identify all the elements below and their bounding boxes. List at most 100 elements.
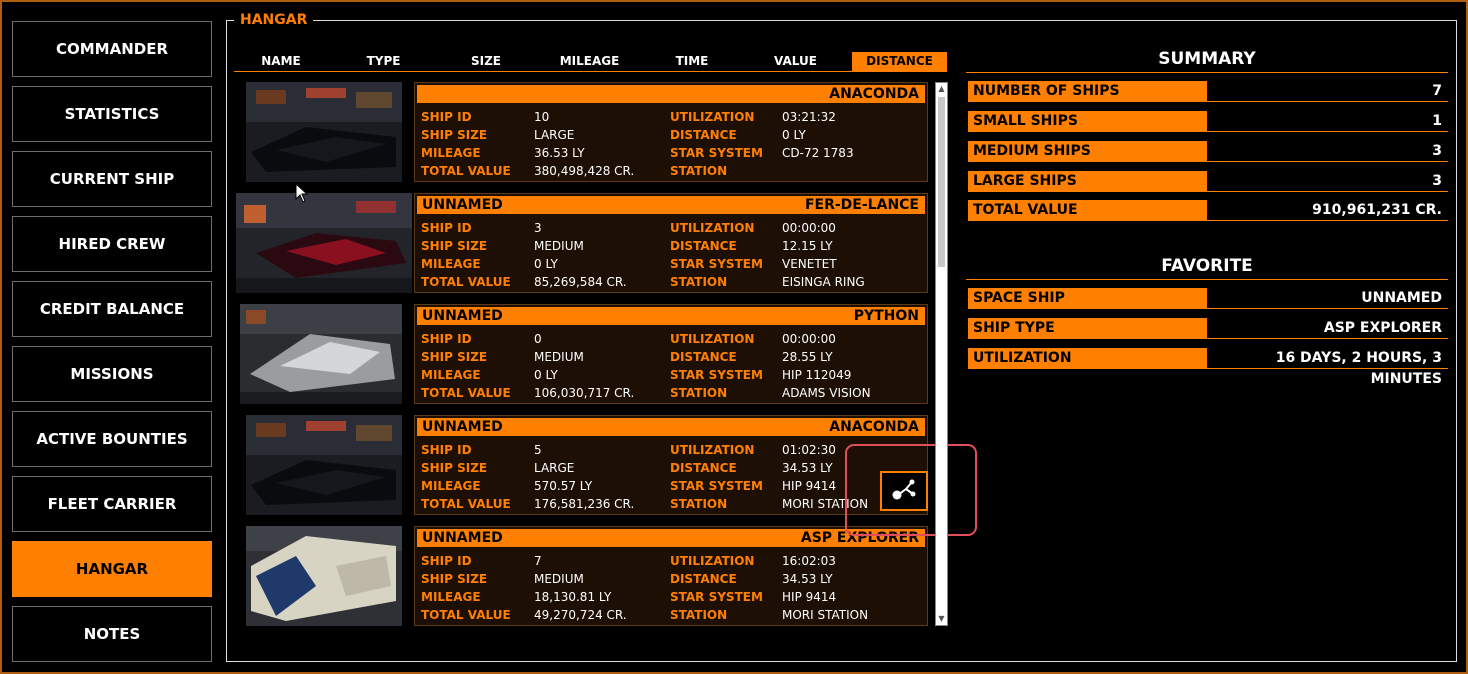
ship-id-value: 3 [534,221,542,235]
sort-distance-header[interactable]: DISTANCE [852,52,947,71]
favorite-value: ASP EXPLORER [1207,318,1448,339]
ship-entry[interactable]: ANACONDA SHIP ID 10 SHIP SIZE LARGE MILE… [234,82,930,182]
ship-type: FER-DE-LANCE [804,197,919,213]
favorite-label: SPACE SHIP [968,288,1207,309]
favorite-row: UTILIZATION 16 DAYS, 2 HOURS, 3 MINUTES [968,348,1448,387]
sort-time-header[interactable]: TIME [646,52,738,71]
nav-hangar-button[interactable]: HANGAR [12,541,212,597]
ship-list-scrollbar[interactable]: ▲ ▼ [935,82,948,626]
total-value-value: 176,581,236 CR. [534,497,635,511]
station-value: MORI STATION [782,608,869,622]
nav-current-ship-button[interactable]: CURRENT SHIP [12,151,212,207]
mileage-value: 0 LY [534,257,558,271]
ship-card-header: UNNAMED ANACONDA [417,418,925,436]
utilization-label: UTILIZATION [670,443,755,457]
nav-credit-balance-button[interactable]: CREDIT BALANCE [12,281,212,337]
total-value-value: 49,270,724 CR. [534,608,627,622]
star-system-value: VENETET [782,257,837,271]
ship-size-label: SHIP SIZE [421,128,488,142]
favorite-row: SHIP TYPE ASP EXPLORER [968,318,1448,339]
nav-statistics-button[interactable]: STATISTICS [12,86,212,142]
sort-type-header[interactable]: TYPE [336,52,431,71]
ship-id-value: 0 [534,332,542,346]
ship-id-value: 5 [534,443,542,457]
ship-size-label: SHIP SIZE [421,461,488,475]
utilization-label: UTILIZATION [670,332,755,346]
ship-name: UNNAMED [422,530,503,546]
ship-type: ANACONDA [829,86,919,102]
ship-id-label: SHIP ID [421,221,472,235]
ship-info-card: ANACONDA SHIP ID 10 SHIP SIZE LARGE MILE… [414,82,928,182]
ship-entry[interactable]: UNNAMED PYTHON SHIP ID 0 SHIP SIZE MEDIU… [234,304,930,404]
ship-thumbnail-anaconda [246,415,402,515]
mileage-label: MILEAGE [421,146,481,160]
station-value: EISINGA RING [782,275,865,289]
header-divider [234,71,947,72]
total-value-label: TOTAL VALUE [421,608,511,622]
summary-row: NUMBER OF SHIPS 7 [968,81,1448,102]
sort-mileage-header[interactable]: MILEAGE [541,52,638,71]
nav-hired-crew-button[interactable]: HIRED CREW [12,216,212,272]
favorite-value: UNNAMED [1207,288,1448,309]
ship-entry[interactable]: UNNAMED ANACONDA SHIP ID 5 SHIP SIZE LAR… [234,415,930,515]
nav-active-bounties-button[interactable]: ACTIVE BOUNTIES [12,411,212,467]
mileage-value: 570.57 LY [534,479,593,493]
distance-label: DISTANCE [670,128,737,142]
ship-thumbnail-fer-de-lance [236,193,412,293]
utilization-value: 00:00:00 [782,221,836,235]
summary-row: LARGE SHIPS 3 [968,171,1448,192]
distance-value: 34.53 LY [782,572,833,586]
summary-value: 1 [1207,111,1448,132]
station-value: ADAMS VISION [782,386,871,400]
ship-id-value: 7 [534,554,542,568]
nav-notes-button[interactable]: NOTES [12,606,212,662]
ship-type: ANACONDA [829,419,919,435]
star-system-label: STAR SYSTEM [670,368,763,382]
ship-size-value: MEDIUM [534,572,584,586]
ship-size-value: MEDIUM [534,239,584,253]
ship-id-label: SHIP ID [421,554,472,568]
favorite-title: FAVORITE [1161,256,1253,276]
utilization-value: 16:02:03 [782,554,836,568]
scrollbar-thumb[interactable] [938,97,945,267]
summary-label: LARGE SHIPS [968,171,1207,192]
summary-row: MEDIUM SHIPS 3 [968,141,1448,162]
total-value-label: TOTAL VALUE [421,275,511,289]
star-system-value: HIP 9414 [782,479,837,493]
ship-card-header: UNNAMED PYTHON [417,307,925,325]
scroll-down-icon[interactable]: ▼ [936,613,947,625]
sort-name-header[interactable]: NAME [234,52,328,71]
sort-size-header[interactable]: SIZE [439,52,533,71]
nav-commander-button[interactable]: COMMANDER [12,21,212,77]
station-label: STATION [670,164,728,178]
ship-id-value: 10 [534,110,550,124]
ship-info-card: UNNAMED PYTHON SHIP ID 0 SHIP SIZE MEDIU… [414,304,928,404]
summary-value: 7 [1207,81,1448,102]
nav-missions-button[interactable]: MISSIONS [12,346,212,402]
ship-info-card: UNNAMED ASP EXPLORER SHIP ID 7 SHIP SIZE… [414,526,928,626]
sort-value-header[interactable]: VALUE [748,52,843,71]
station-label: STATION [670,497,728,511]
ship-size-label: SHIP SIZE [421,239,488,253]
mileage-value: 18,130.81 LY [534,590,612,604]
star-system-value: HIP 9414 [782,590,837,604]
summary-label: TOTAL VALUE [968,200,1207,221]
distance-value: 28.55 LY [782,350,833,364]
nav-fleet-carrier-button[interactable]: FLEET CARRIER [12,476,212,532]
mileage-value: 0 LY [534,368,558,382]
ship-size-value: LARGE [534,461,575,475]
total-value-value: 85,269,584 CR. [534,275,627,289]
scroll-up-icon[interactable]: ▲ [936,83,947,95]
station-label: STATION [670,386,728,400]
ship-thumbnail-asp-explorer [246,526,402,626]
mileage-label: MILEAGE [421,590,481,604]
distance-value: 0 LY [782,128,806,142]
station-label: STATION [670,608,728,622]
star-system-label: STAR SYSTEM [670,257,763,271]
favorite-value: 16 DAYS, 2 HOURS, 3 MINUTES [1207,348,1448,387]
ship-name: UNNAMED [422,308,503,324]
ship-entry[interactable]: UNNAMED ASP EXPLORER SHIP ID 7 SHIP SIZE… [234,526,930,626]
ship-entry[interactable]: UNNAMED FER-DE-LANCE SHIP ID 3 SHIP SIZE… [234,193,930,293]
utilization-value: 03:21:32 [782,110,836,124]
ship-card-header: UNNAMED FER-DE-LANCE [417,196,925,214]
